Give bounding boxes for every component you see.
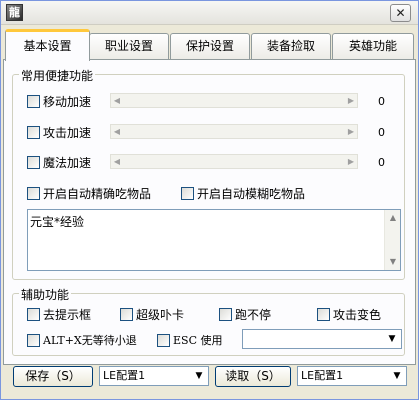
scroll-down-icon[interactable]: ▼ bbox=[385, 254, 401, 270]
attack-color-checkbox[interactable]: 攻击变色 bbox=[317, 306, 381, 322]
checkbox-label: 攻击变色 bbox=[333, 308, 382, 322]
alt-x-logout-checkbox[interactable]: ALT+X无等待小退 bbox=[27, 332, 137, 348]
magic-speed-slider[interactable]: ◀ ▶ bbox=[110, 154, 358, 169]
tab-class-settings[interactable]: 职业设置 bbox=[89, 33, 169, 60]
group-title-common: 常用便捷功能 bbox=[19, 67, 96, 84]
checkbox-label: ALT+X无等待小退 bbox=[43, 334, 137, 347]
dropdown-icon[interactable]: ▼ bbox=[384, 331, 400, 347]
move-speed-slider[interactable]: ◀ ▶ bbox=[110, 93, 358, 108]
checkbox-label: 开启自动模糊吃物品 bbox=[197, 187, 306, 201]
remove-hint-checkbox[interactable]: 去提示框 bbox=[27, 306, 91, 322]
save-button[interactable]: 保存（S） bbox=[13, 366, 93, 387]
attack-speed-slider[interactable]: ◀ ▶ bbox=[110, 124, 358, 139]
checkbox-label: 移动加速 bbox=[43, 95, 92, 109]
arrow-left-icon[interactable]: ◀ bbox=[112, 156, 122, 167]
tab-basic-settings[interactable]: 基本设置 bbox=[5, 29, 90, 61]
tab-bar: 基本设置 职业设置 保护设置 装备捡取 英雄功能 bbox=[3, 29, 416, 61]
checkbox-box[interactable] bbox=[27, 156, 40, 169]
checkbox-label: 跑不停 bbox=[235, 308, 272, 322]
item-list-textarea[interactable]: 元宝*经验 ▲ ▼ bbox=[27, 209, 401, 271]
attack-speed-checkbox[interactable]: 攻击加速 bbox=[27, 124, 91, 140]
tab-protection-settings[interactable]: 保护设置 bbox=[170, 33, 250, 60]
checkbox-box[interactable] bbox=[27, 333, 40, 347]
save-config-select[interactable]: LE配置1 ▼ bbox=[99, 366, 209, 386]
checkbox-label: ESC 使用 bbox=[173, 334, 223, 347]
move-speed-value: 0 bbox=[378, 95, 385, 108]
checkbox-label: 开启自动精确吃物品 bbox=[43, 187, 152, 201]
auto-eat-exact-checkbox[interactable]: 开启自动精确吃物品 bbox=[27, 185, 151, 201]
checkbox-label: 超级卟卡 bbox=[136, 308, 185, 322]
super-unlag-checkbox[interactable]: 超级卟卡 bbox=[120, 306, 184, 322]
arrow-left-icon[interactable]: ◀ bbox=[112, 126, 122, 137]
item-list-scrollbar[interactable]: ▲ ▼ bbox=[384, 210, 400, 270]
magic-speed-value: 0 bbox=[378, 156, 385, 169]
tab-hero-functions[interactable]: 英雄功能 bbox=[332, 33, 414, 60]
checkbox-box[interactable] bbox=[120, 308, 133, 321]
read-config-select[interactable]: LE配置1 ▼ bbox=[297, 366, 407, 386]
dropdown-icon[interactable]: ▼ bbox=[191, 368, 207, 384]
arrow-right-icon[interactable]: ▶ bbox=[346, 126, 356, 137]
tab-panel-basic: 常用便捷功能 移动加速 ◀ ▶ 0 攻击加速 ◀ ▶ 0 魔法加速 ◀ ▶ 0 … bbox=[3, 59, 416, 365]
checkbox-label: 攻击加速 bbox=[43, 126, 92, 140]
checkbox-box[interactable] bbox=[317, 308, 330, 321]
arrow-right-icon[interactable]: ▶ bbox=[346, 156, 356, 167]
checkbox-box[interactable] bbox=[219, 308, 232, 321]
no-stop-run-checkbox[interactable]: 跑不停 bbox=[219, 306, 271, 322]
magic-speed-checkbox[interactable]: 魔法加速 bbox=[27, 154, 91, 170]
common-functions-group: 常用便捷功能 移动加速 ◀ ▶ 0 攻击加速 ◀ ▶ 0 魔法加速 ◀ ▶ 0 … bbox=[12, 67, 405, 280]
move-speed-checkbox[interactable]: 移动加速 bbox=[27, 93, 91, 109]
save-config-value: LE配置1 bbox=[103, 369, 146, 382]
tab-equipment-pickup[interactable]: 装备捡取 bbox=[251, 33, 331, 60]
arrow-left-icon[interactable]: ◀ bbox=[112, 95, 122, 106]
auxiliary-functions-group: 辅助功能 去提示框 超级卟卡 跑不停 攻击变色 ALT+X无等待小退 ESC 使… bbox=[12, 286, 405, 356]
app-icon: 龍 bbox=[6, 4, 23, 21]
close-button[interactable]: ✕ bbox=[390, 4, 411, 22]
checkbox-label: 去提示框 bbox=[43, 308, 92, 322]
group-title-aux: 辅助功能 bbox=[19, 286, 72, 303]
read-config-value: LE配置1 bbox=[301, 369, 344, 382]
checkbox-box[interactable] bbox=[27, 126, 40, 139]
esc-use-checkbox[interactable]: ESC 使用 bbox=[157, 332, 222, 348]
attack-speed-value: 0 bbox=[378, 126, 385, 139]
title-bar[interactable]: 龍 ✕ bbox=[1, 1, 418, 25]
dropdown-icon[interactable]: ▼ bbox=[389, 368, 405, 384]
auto-eat-fuzzy-checkbox[interactable]: 开启自动模糊吃物品 bbox=[181, 185, 305, 201]
checkbox-box[interactable] bbox=[27, 308, 40, 321]
checkbox-box[interactable] bbox=[157, 333, 170, 347]
checkbox-box[interactable] bbox=[27, 95, 40, 108]
arrow-right-icon[interactable]: ▶ bbox=[346, 95, 356, 106]
checkbox-box[interactable] bbox=[27, 187, 40, 200]
checkbox-box[interactable] bbox=[181, 187, 194, 200]
checkbox-label: 魔法加速 bbox=[43, 156, 92, 170]
scroll-up-icon[interactable]: ▲ bbox=[385, 210, 401, 226]
esc-use-select[interactable]: ▼ bbox=[242, 329, 402, 349]
main-window: 龍 ✕ 基本设置 职业设置 保护设置 装备捡取 英雄功能 常用便捷功能 移动加速… bbox=[0, 0, 419, 400]
read-button[interactable]: 读取（S） bbox=[215, 366, 291, 387]
item-list-text: 元宝*经验 bbox=[30, 215, 85, 229]
